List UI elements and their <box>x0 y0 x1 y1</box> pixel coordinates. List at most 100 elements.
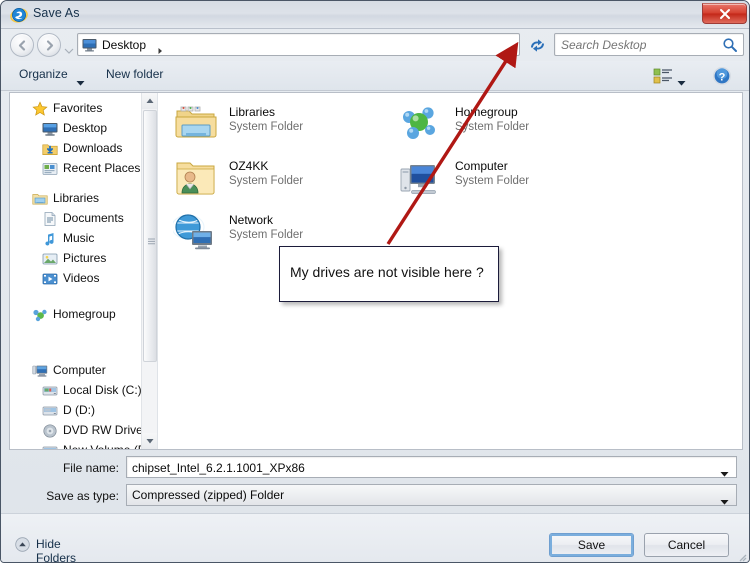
sidebar-label: Favorites <box>53 101 103 115</box>
list-item-name: Libraries <box>229 105 276 119</box>
recent-locations-chevron-down-icon[interactable] <box>64 42 74 54</box>
desktop-icon <box>82 38 97 52</box>
documents-icon <box>42 211 58 227</box>
save-button[interactable]: Save <box>549 533 634 557</box>
sidebar-item-local-disk-c[interactable]: Local Disk (C:) <box>10 381 150 401</box>
breadcrumb-chevron-right-icon[interactable] <box>157 42 164 54</box>
sidebar-label: Computer <box>53 363 106 377</box>
sidebar-item-drive-d[interactable]: D (D:) <box>10 401 150 421</box>
save-as-dialog: Save As Desktop Search Desktop Organize … <box>0 0 750 563</box>
internet-explorer-icon <box>10 6 28 24</box>
dialog-footer: Hide Folders Save Cancel <box>1 513 749 562</box>
sidebar-item-desktop[interactable]: Desktop <box>10 119 150 139</box>
save-as-type-value: Compressed (zipped) Folder <box>132 488 285 502</box>
forward-button[interactable] <box>37 33 61 57</box>
sidebar-scrollbar[interactable] <box>141 93 157 449</box>
list-item-subtitle: System Folder <box>229 121 304 133</box>
list-item-subtitle: System Folder <box>455 175 530 187</box>
file-name-input[interactable] <box>132 459 702 476</box>
refresh-icon[interactable] <box>525 33 548 56</box>
sidebar-label: Videos <box>63 271 100 285</box>
sidebar-label: Homegroup <box>53 307 116 321</box>
list-item[interactable]: Homegroup System Folder <box>399 101 629 153</box>
sidebar-item-favorites[interactable]: Favorites <box>10 99 150 119</box>
view-options-icon[interactable] <box>653 67 673 85</box>
scrollbar-grip-icon <box>148 232 155 245</box>
sidebar-label: D (D:) <box>63 403 95 417</box>
sidebar-item-dvd-rw-drive-e[interactable]: DVD RW Drive (E: <box>10 421 157 441</box>
list-item[interactable]: Libraries System Folder <box>173 101 403 153</box>
save-as-type-label: Save as type: <box>46 489 119 503</box>
cancel-button[interactable]: Cancel <box>644 533 729 557</box>
downloads-folder-icon <box>42 141 58 157</box>
list-item[interactable]: OZ4KK System Folder <box>173 155 403 207</box>
desktop-icon <box>42 121 58 137</box>
sidebar-label: New Volume (F:) <box>63 443 152 449</box>
sidebar-item-libraries[interactable]: Libraries <box>10 189 150 209</box>
sidebar-item-computer[interactable]: Computer <box>10 361 150 381</box>
libraries-icon <box>32 191 48 207</box>
scrollbar-thumb[interactable] <box>143 110 157 362</box>
save-as-type-chevron-down-icon[interactable] <box>720 493 729 505</box>
back-button[interactable] <box>10 33 34 57</box>
sidebar-item-homegroup[interactable]: Homegroup <box>10 305 150 325</box>
file-name-chevron-down-icon[interactable] <box>720 465 729 477</box>
resize-grip-icon[interactable] <box>735 549 747 562</box>
scroll-down-icon[interactable] <box>142 433 157 449</box>
search-box[interactable] <box>554 33 744 56</box>
address-bar-chevron-down-icon[interactable] <box>505 42 515 54</box>
libraries-folder-icon <box>173 103 219 145</box>
sidebar-label: Pictures <box>63 251 107 265</box>
homegroup-icon <box>32 307 48 323</box>
close-button[interactable] <box>702 3 747 24</box>
network-icon <box>171 211 219 253</box>
nav-group-libraries: Libraries Documents Music Pictures Video… <box>10 189 150 289</box>
computer-icon <box>399 157 445 199</box>
navigation-pane[interactable]: Favorites Desktop Downloads Recent Place… <box>10 93 158 449</box>
sidebar-label: Music <box>63 231 95 245</box>
save-as-type-combo[interactable]: Compressed (zipped) Folder <box>126 484 737 506</box>
search-icon <box>722 37 738 58</box>
address-bar-row: Desktop <box>1 29 749 61</box>
list-item-name: Homegroup <box>455 105 518 119</box>
new-folder-button[interactable]: New folder <box>106 67 163 81</box>
window-title: Save As <box>33 6 80 20</box>
title-bar: Save As <box>1 1 749 29</box>
hard-drive-icon <box>42 443 58 449</box>
recent-places-icon <box>42 161 58 177</box>
sidebar-label: Local Disk (C:) <box>63 383 142 397</box>
breadcrumb-label[interactable]: Desktop <box>102 38 146 52</box>
svg-text:?: ? <box>719 71 726 83</box>
view-chevron-down-icon[interactable] <box>677 74 686 86</box>
annotation-callout: My drives are not visible here ? <box>279 246 499 302</box>
sidebar-label: Libraries <box>53 191 100 205</box>
sidebar-item-downloads[interactable]: Downloads <box>10 139 150 159</box>
list-item-subtitle: System Folder <box>455 121 530 133</box>
list-item-name: OZ4KK <box>229 159 269 173</box>
sidebar-item-videos[interactable]: Videos <box>10 269 150 289</box>
list-item[interactable]: Computer System Folder <box>399 155 629 207</box>
toolbar: Organize New folder ? <box>1 61 749 91</box>
sidebar-item-recent-places[interactable]: Recent Places <box>10 159 150 179</box>
videos-icon <box>42 271 58 287</box>
sidebar-label: Documents <box>63 211 124 225</box>
file-name-combo[interactable] <box>126 456 737 478</box>
hard-drive-icon <box>42 383 58 399</box>
address-bar[interactable]: Desktop <box>77 33 520 56</box>
help-icon[interactable]: ? <box>712 66 732 86</box>
optical-drive-icon <box>42 423 58 439</box>
organize-button[interactable]: Organize <box>19 67 68 81</box>
sidebar-item-music[interactable]: Music <box>10 229 150 249</box>
sidebar-item-pictures[interactable]: Pictures <box>10 249 150 269</box>
search-input[interactable] <box>561 37 716 53</box>
pictures-icon <box>42 251 58 267</box>
scroll-up-icon[interactable] <box>142 93 157 109</box>
sidebar-item-documents[interactable]: Documents <box>10 209 150 229</box>
list-item-name: Computer <box>455 159 508 173</box>
organize-chevron-down-icon[interactable] <box>76 74 85 86</box>
sidebar-item-new-volume-f[interactable]: New Volume (F:) <box>10 441 152 449</box>
sidebar-label: Downloads <box>63 141 123 155</box>
save-form: File name: Save as type: Compressed (zip… <box>1 453 749 511</box>
music-icon <box>42 231 58 247</box>
nav-group-homegroup: Homegroup <box>10 305 150 325</box>
